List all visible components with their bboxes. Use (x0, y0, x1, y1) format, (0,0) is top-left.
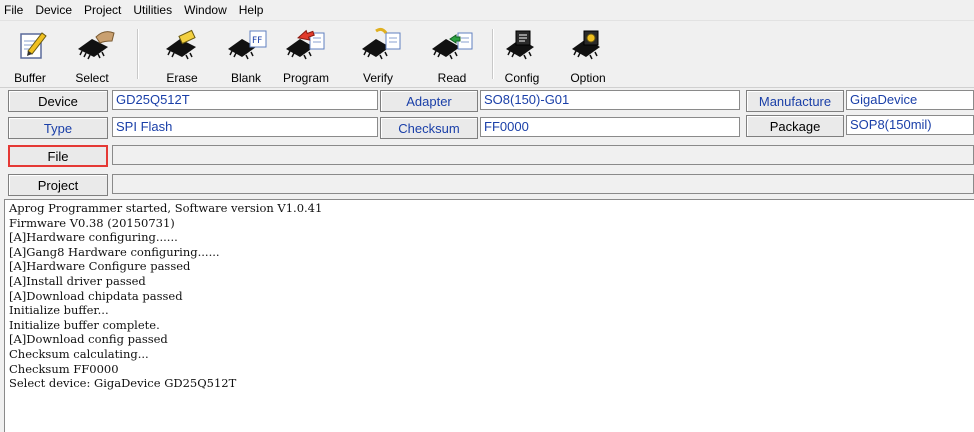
blank-button[interactable]: FF Blank (222, 23, 270, 85)
manufacture-label: Manufacture (746, 90, 844, 112)
menu-window[interactable]: Window (178, 0, 233, 20)
chip-read-arrow-icon (432, 32, 473, 60)
log-line: Checksum calculating... (9, 346, 149, 361)
checksum-field: FF0000 (480, 117, 740, 137)
buffer-button[interactable]: Buffer (8, 23, 52, 85)
adapter-label: Adapter (380, 90, 478, 112)
log-line: Checksum FF0000 (9, 361, 119, 376)
log-output[interactable]: Aprog Programmer started, Software versi… (4, 199, 974, 432)
verify-label: Verify (362, 71, 393, 85)
toolbar-separator (492, 29, 494, 79)
chip-hand-icon (78, 31, 115, 60)
log-line: [A]Download chipdata passed (9, 288, 183, 303)
erase-button[interactable]: Erase (160, 23, 204, 85)
chip-option-icon (572, 30, 600, 60)
checksum-label: Checksum (380, 117, 478, 139)
read-button[interactable]: Read (420, 23, 484, 85)
buffer-label: Buffer (14, 71, 46, 85)
config-label: Config (504, 71, 540, 85)
chip-compare-icon (362, 27, 401, 60)
file-path-field (112, 145, 974, 165)
read-label: Read (437, 71, 467, 85)
log-line: [A]Install driver passed (9, 273, 146, 288)
package-label: Package (746, 115, 844, 137)
toolbar-separator (137, 29, 139, 79)
menu-project[interactable]: Project (78, 0, 127, 20)
blank-label: Blank (230, 71, 262, 85)
config-button[interactable]: Config (500, 23, 544, 85)
select-label: Select (75, 71, 109, 85)
verify-button[interactable]: Verify (356, 23, 401, 85)
log-line: Initialize buffer... (9, 303, 109, 318)
log-line: [A]Gang8 Hardware configuring...... (9, 244, 220, 259)
menu-device[interactable]: Device (29, 0, 78, 20)
adapter-field: SO8(150)-G01 (480, 90, 740, 110)
select-button[interactable]: Select (64, 23, 120, 85)
project-path-field (112, 174, 974, 194)
option-button[interactable]: Option (566, 23, 610, 85)
program-label: Program (282, 71, 329, 85)
notepad-pencil-icon (20, 32, 47, 59)
program-button[interactable]: Program (276, 23, 336, 85)
type-label: Type (8, 117, 108, 139)
option-label: Option (570, 71, 606, 85)
toolbar: Buffer Select Erase FF Blank Program Ver… (0, 21, 974, 88)
device-button[interactable]: Device (8, 90, 108, 112)
log-line: [A]Hardware configuring...... (9, 230, 178, 245)
log-line: Select device: GigaDevice GD25Q512T (9, 376, 237, 391)
package-field: SOP8(150mil) (846, 115, 974, 135)
file-button[interactable]: File (8, 145, 108, 167)
log-line: [A]Hardware Configure passed (9, 259, 191, 274)
log-line: Initialize buffer complete. (9, 317, 160, 332)
menu-bar: File Device Project Utilities Window Hel… (0, 0, 974, 21)
erase-label: Erase (166, 71, 198, 85)
log-line: Aprog Programmer started, Software versi… (9, 201, 323, 215)
manufacture-field: GigaDevice (846, 90, 974, 110)
menu-file[interactable]: File (0, 0, 29, 20)
menu-utilities[interactable]: Utilities (127, 0, 178, 20)
log-line: [A]Download config passed (9, 332, 168, 347)
chip-config-icon (506, 30, 534, 60)
chip-eraser-icon (166, 29, 196, 60)
chip-ff-icon: FF (228, 30, 267, 60)
device-field: GD25Q512T (112, 90, 378, 110)
type-field: SPI Flash (112, 117, 378, 137)
chip-arrow-program-icon (286, 29, 325, 60)
menu-help[interactable]: Help (233, 0, 270, 20)
svg-text:FF: FF (252, 36, 262, 46)
log-line: Firmware V0.38 (20150731) (9, 215, 175, 230)
project-button[interactable]: Project (8, 174, 108, 196)
